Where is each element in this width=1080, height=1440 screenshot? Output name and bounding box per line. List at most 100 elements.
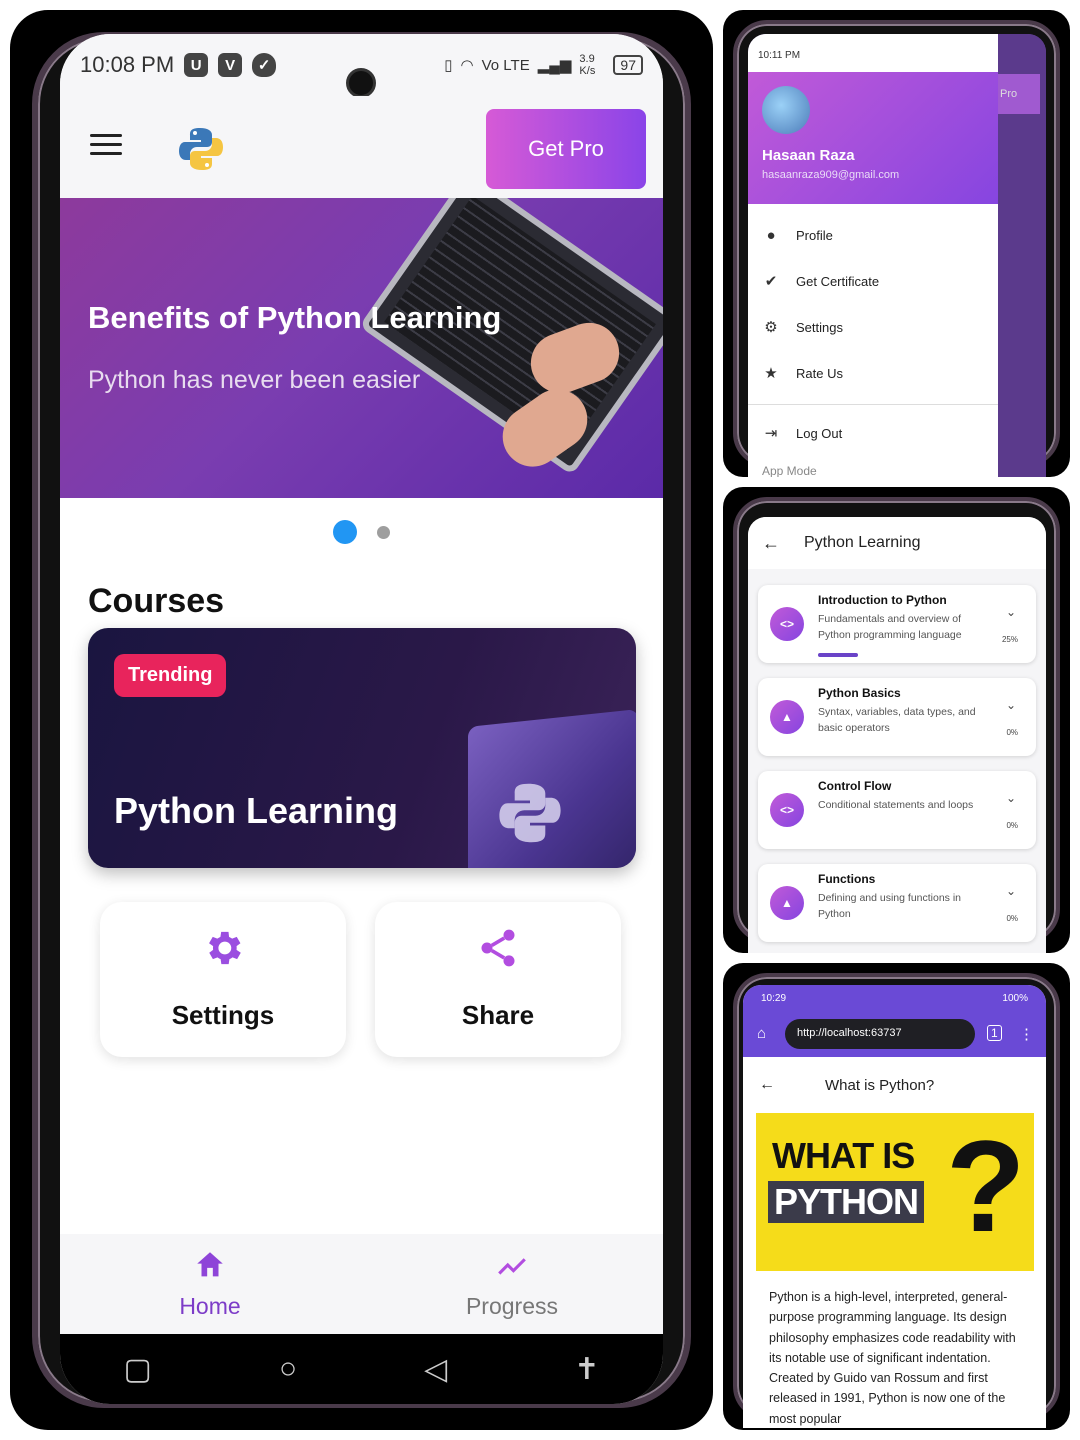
bottom-navigation: Home Progress [60,1234,663,1334]
nav-progress[interactable]: Progress [412,1248,612,1320]
nav-home[interactable]: Home [110,1248,310,1320]
status-right: ▯ ◠ Vo LTE ▂▄▆ 3.9 K/s 97 [444,53,643,77]
code-icon: <> [770,793,804,827]
accessibility-icon[interactable]: ✝ [574,1352,599,1387]
wifi-icon: ◠ [460,57,474,74]
trending-badge: Trending [114,654,227,697]
lesson-card[interactable]: <> Control Flow Conditional statements a… [758,771,1036,849]
tabs-count[interactable]: 1 [987,1025,1002,1041]
lessons-header: ← Python Learning [748,517,1046,569]
chevron-down-icon[interactable]: ⌄ [1006,605,1016,619]
course-title: Python Learning [114,790,399,831]
nav-progress-label: Progress [465,1293,559,1319]
drawer-item-label: Rate Us [796,365,843,381]
app-mode-label: App Mode [762,464,817,477]
drawer-item-logout[interactable]: ⇥ Log Out [748,410,998,456]
drawer-item-certificate[interactable]: ✔ Get Certificate [748,258,998,304]
lesson-description: Fundamentals and overview of Python prog… [818,613,962,641]
code-icon: <> [770,607,804,641]
status-time: 10:08 PM [80,52,175,77]
question-mark: ? [946,1113,1026,1259]
settings-tile[interactable]: Settings [100,902,346,1057]
python-logo-icon [179,128,223,170]
system-navigation: ▢ ○ ◁ ✝ [60,1334,663,1404]
navigation-drawer: 10:11 PM Hasaan Raza hasaanraza909@gmail… [748,34,998,477]
verified-icon: ✔ [764,273,778,290]
lesson-card[interactable]: ▲ Python Basics Syntax, variables, data … [758,678,1036,756]
lesson-progress-text: 0% [1006,728,1018,737]
square-icon[interactable]: ▢ [124,1352,152,1387]
banner-subtitle: Python has never been easier [88,366,421,394]
menu-icon[interactable] [90,134,122,156]
drawer-item-settings[interactable]: ⚙ Settings [748,304,998,350]
status-time: 10:11 PM [758,50,801,61]
drawer-item-profile[interactable]: ● Profile [748,212,998,258]
divider [748,404,998,405]
banner-carousel[interactable]: Benefits of Python Learning Python has n… [60,198,663,498]
person-icon: ● [766,226,776,244]
python-logo-icon [499,783,561,843]
settings-label: Settings [171,1000,275,1030]
web-phone: 10:29 100% ⌂ http://localhost:63737 1 ⋮ … [723,963,1070,1430]
more-vert-icon[interactable]: ⋮ [1019,1025,1034,1043]
chevron-down-icon[interactable]: ⌄ [1006,791,1016,805]
school-icon: ▲ [770,700,804,734]
lessons-screen: ← Python Learning <> Introduction to Pyt… [748,517,1046,953]
lesson-progress-text: 25% [1001,635,1018,644]
carousel-dot-active[interactable] [333,520,357,544]
trend-icon [498,1258,526,1275]
lessons-phone: ← Python Learning <> Introduction to Pyt… [723,487,1070,953]
main-phone: 10:08 PM U V ✓ ▯ ◠ Vo LTE ▂▄▆ 3.9 K/s 97 [10,10,713,1430]
chevron-down-icon[interactable]: ⌄ [1006,884,1016,898]
lesson-progress-bar [818,653,858,657]
course-card[interactable]: Trending Python Learning [88,628,636,868]
page-title: Python Learning [804,534,921,551]
share-label: Share [461,1000,535,1030]
carousel-dot[interactable] [377,525,390,539]
v-app-icon: V [218,53,243,77]
user-email: hasaanraza909@gmail.com [762,169,900,181]
home-icon [197,1252,223,1277]
home-icon[interactable]: ⌂ [757,1025,766,1042]
logout-label: Log Out [796,425,843,441]
net-speed: 3.9 K/s [579,53,596,77]
nav-home-label: Home [179,1293,241,1319]
web-screen: 10:29 100% ⌂ http://localhost:63737 1 ⋮ … [743,985,1046,1428]
notification-icon: U [184,53,209,77]
share-tile[interactable]: Share [375,902,621,1057]
user-name: Hasaan Raza [762,147,855,164]
triangle-back-icon[interactable]: ◁ [424,1352,447,1387]
lesson-description: Syntax, variables, data types, and basic… [818,706,976,734]
hero-line-2: PYTHON [768,1181,925,1223]
status-bar: 10:29 100% [743,985,1046,1013]
lesson-progress-text: 0% [1006,914,1018,923]
logout-icon: ⇥ [764,425,778,442]
front-camera [346,68,376,98]
circle-icon[interactable]: ○ [279,1352,297,1386]
article-body: Python is a high-level, interpreted, gen… [769,1290,1016,1426]
star-icon: ★ [764,365,778,382]
drawer-item-label: Profile [796,227,833,243]
get-pro-button[interactable]: Get Pro [486,109,646,189]
drawer-item-rate[interactable]: ★ Rate Us [748,350,998,396]
chevron-down-icon[interactable]: ⌄ [1006,698,1016,712]
drawer-screen: Pro 10:11 PM Hasaan Raza hasaanraza909@g… [748,34,1046,477]
back-arrow-icon[interactable]: ← [759,1076,775,1094]
lesson-card[interactable]: <> Introduction to Python Fundamentals a… [758,585,1036,663]
drawer-header: Hasaan Raza hasaanraza909@gmail.com [748,72,998,204]
url-bar[interactable]: http://localhost:63737 [785,1019,975,1049]
school-icon: ▲ [770,886,804,920]
banner-title: Benefits of Python Learning [88,300,502,335]
back-arrow-icon[interactable]: ← [762,533,780,554]
lesson-card[interactable]: ▲ Functions Defining and using functions… [758,864,1036,942]
vibrate-icon: ▯ [444,57,453,74]
carousel-indicator [60,520,663,544]
share-icon [481,929,515,967]
battery-level: 97 [613,55,643,75]
page-header: ← What is Python? [743,1065,1046,1105]
network-type: Vo LTE [481,56,530,74]
avatar[interactable] [762,86,810,134]
drawer-phone: Pro 10:11 PM Hasaan Raza hasaanraza909@g… [723,10,1070,477]
hero-line-1: WHAT IS [772,1135,915,1176]
lesson-progress-text: 0% [1006,821,1018,830]
